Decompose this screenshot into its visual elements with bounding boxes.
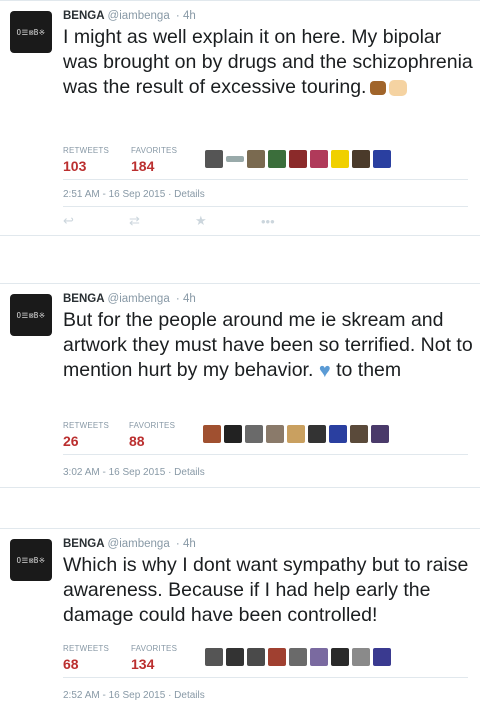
avatar-text: O☰⊠B※ [16, 310, 46, 320]
favoriter-avatar[interactable] [352, 648, 370, 666]
user-handle[interactable]: @iambenga [108, 10, 170, 22]
retweet-icon[interactable]: ⇄ [129, 213, 195, 229]
favoriter-avatar[interactable] [268, 648, 286, 666]
divider [63, 206, 468, 207]
avatar-text: O☰⊠B※ [16, 555, 46, 565]
favoriter-avatar[interactable] [373, 150, 391, 168]
tweet-stats: RETWEETS 26 FAVORITES 88 [63, 421, 473, 451]
retweets-label: RETWEETS [63, 644, 110, 653]
blue-heart-emoji-icon: ♥ [318, 360, 331, 382]
divider [63, 454, 468, 455]
reply-icon[interactable]: ↩ [63, 213, 129, 229]
favorites-count: 134 [131, 656, 155, 672]
raised-hands-emoji-icon [389, 79, 408, 96]
fist-emoji-icon [370, 80, 387, 95]
favoriter-avatar[interactable] [247, 648, 265, 666]
favorites-label: FAVORITES [129, 421, 176, 430]
tweet-header: BENGA @iambenga · 4h [63, 538, 196, 550]
tweet-text: I might as well explain it on here. My b… [63, 25, 475, 100]
tweet-timestamp[interactable]: 3:02 AM - 16 Sep 2015 · Details [63, 467, 205, 478]
tweet-actions: ↩ ⇄ ★ ••• [63, 213, 327, 229]
avatar[interactable]: O☰⊠B※ [10, 11, 52, 53]
tweet-text-body: Which is why I dont want sympathy but to… [63, 554, 469, 626]
avatar[interactable]: O☰⊠B※ [10, 539, 52, 581]
divider [63, 179, 468, 180]
tweet-header: BENGA @iambenga · 4h [63, 293, 196, 305]
favoriter-avatar[interactable] [268, 150, 286, 168]
tweet-text: Which is why I dont want sympathy but to… [63, 553, 475, 628]
time-ago[interactable]: · 4h [176, 10, 196, 22]
retweets-stat[interactable]: RETWEETS 26 [63, 421, 109, 449]
tweet-text: But for the people around me ie skream a… [63, 308, 475, 384]
tweet-text-tail: to them [336, 359, 402, 381]
tweet-timestamp[interactable]: 2:51 AM - 16 Sep 2015 · Details [63, 189, 205, 200]
favoriter-avatar[interactable] [329, 425, 347, 443]
tweet-stats: RETWEETS 103 FAVORITES 184 [63, 146, 473, 176]
favoriter-avatars [203, 425, 389, 443]
favoriter-avatar[interactable] [310, 150, 328, 168]
favorites-count: 88 [129, 433, 145, 449]
user-name[interactable]: BENGA [63, 538, 105, 550]
user-name[interactable]: BENGA [63, 293, 105, 305]
retweets-label: RETWEETS [63, 146, 110, 155]
divider [63, 677, 468, 678]
tweet-timestamp[interactable]: 2:52 AM - 16 Sep 2015 · Details [63, 690, 205, 701]
retweets-count: 26 [63, 433, 79, 449]
favoriter-avatar[interactable] [245, 425, 263, 443]
favoriter-avatar[interactable] [310, 648, 328, 666]
retweets-stat[interactable]: RETWEETS 68 [63, 644, 109, 672]
user-handle[interactable]: @iambenga [108, 538, 170, 550]
time-ago[interactable]: · 4h [176, 538, 196, 550]
tweet-2: O☰⊠B※ BENGA @iambenga · 4h But for the pe… [0, 283, 480, 488]
favorites-count: 184 [131, 158, 155, 174]
favoriter-avatar[interactable] [203, 425, 221, 443]
tweet-header: BENGA @iambenga · 4h [63, 10, 196, 22]
avatar-text: O☰⊠B※ [16, 27, 46, 37]
favoriter-avatar[interactable] [226, 156, 244, 162]
tweet-3: O☰⊠B※ BENGA @iambenga · 4h Which is why I… [0, 528, 480, 714]
favoriter-avatar[interactable] [350, 425, 368, 443]
favoriter-avatar[interactable] [205, 648, 223, 666]
favorites-label: FAVORITES [131, 644, 178, 653]
favoriter-avatar[interactable] [289, 150, 307, 168]
favoriter-avatar[interactable] [371, 425, 389, 443]
favoriter-avatar[interactable] [266, 425, 284, 443]
favorites-stat[interactable]: FAVORITES 134 [131, 644, 177, 672]
favorites-stat[interactable]: FAVORITES 88 [129, 421, 175, 449]
favoriter-avatar[interactable] [352, 150, 370, 168]
retweets-label: RETWEETS [63, 421, 110, 430]
avatar[interactable]: O☰⊠B※ [10, 294, 52, 336]
favoriter-avatar[interactable] [226, 648, 244, 666]
favoriter-avatar[interactable] [331, 150, 349, 168]
favorites-stat[interactable]: FAVORITES 184 [131, 146, 177, 174]
favoriter-avatars [205, 648, 391, 666]
retweets-count: 103 [63, 158, 87, 174]
favoriter-avatar[interactable] [373, 648, 391, 666]
time-ago[interactable]: · 4h [176, 293, 196, 305]
favoriter-avatar[interactable] [205, 150, 223, 168]
favoriter-avatar[interactable] [308, 425, 326, 443]
user-name[interactable]: BENGA [63, 10, 105, 22]
favoriter-avatar[interactable] [287, 425, 305, 443]
star-icon[interactable]: ★ [195, 213, 261, 229]
tweet-text-body: I might as well explain it on here. My b… [63, 26, 473, 98]
user-handle[interactable]: @iambenga [108, 293, 170, 305]
retweets-stat[interactable]: RETWEETS 103 [63, 146, 109, 174]
favorites-label: FAVORITES [131, 146, 178, 155]
tweet-stats: RETWEETS 68 FAVORITES 134 [63, 644, 473, 674]
more-icon[interactable]: ••• [261, 214, 327, 229]
favoriter-avatar[interactable] [289, 648, 307, 666]
favoriter-avatar[interactable] [247, 150, 265, 168]
favoriter-avatar[interactable] [331, 648, 349, 666]
retweets-count: 68 [63, 656, 79, 672]
favoriter-avatar[interactable] [224, 425, 242, 443]
favoriter-avatars [205, 150, 391, 168]
tweet-1: O☰⊠B※ BENGA @iambenga · 4h I might as wel… [0, 0, 480, 236]
tweet-text-body: But for the people around me ie skream a… [63, 309, 473, 381]
